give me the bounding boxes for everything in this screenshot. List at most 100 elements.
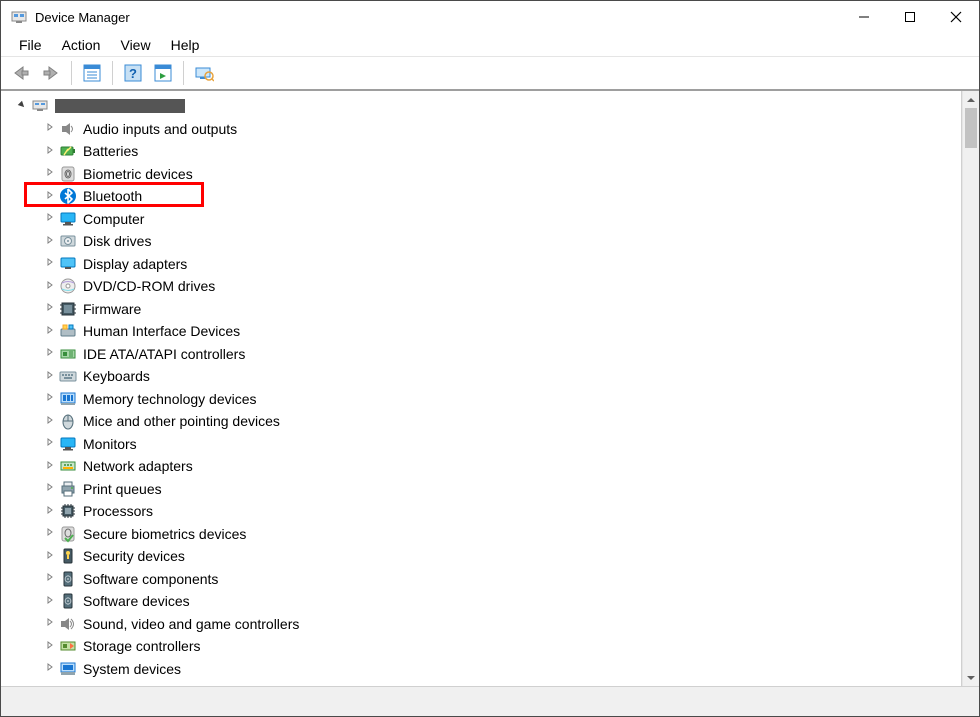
expand-icon[interactable]: [43, 482, 57, 495]
expand-icon[interactable]: [43, 572, 57, 585]
cpu-icon: [59, 502, 77, 520]
help-button[interactable]: ?: [119, 59, 147, 87]
tree-category-row[interactable]: Disk drives: [1, 230, 961, 253]
tree-category-row[interactable]: Software components: [1, 568, 961, 591]
speaker-icon: [59, 120, 77, 138]
toolbar: ?: [1, 57, 979, 91]
display-icon: [59, 255, 77, 273]
dvd-icon: [59, 277, 77, 295]
vertical-scrollbar[interactable]: [962, 91, 979, 686]
scroll-track[interactable]: [963, 108, 979, 669]
monitor-icon: [59, 435, 77, 453]
mouse-icon: [59, 412, 77, 430]
menu-view[interactable]: View: [110, 35, 160, 55]
tree-category-label: Bluetooth: [83, 188, 142, 204]
tree-category-row[interactable]: Network adapters: [1, 455, 961, 478]
expand-icon[interactable]: [43, 505, 57, 518]
tree-category-row[interactable]: Software devices: [1, 590, 961, 613]
tree-category-row[interactable]: Secure biometrics devices: [1, 523, 961, 546]
expand-icon[interactable]: [43, 212, 57, 225]
expand-icon[interactable]: [43, 662, 57, 675]
sound-icon: [59, 615, 77, 633]
expand-icon[interactable]: [43, 122, 57, 135]
expand-icon[interactable]: [43, 595, 57, 608]
tree-category-label: Processors: [83, 503, 153, 519]
tree-category-row[interactable]: Storage controllers: [1, 635, 961, 658]
software-icon: [59, 592, 77, 610]
maximize-button[interactable]: [887, 1, 933, 33]
tree-category-row[interactable]: System devices: [1, 658, 961, 681]
expand-icon[interactable]: [43, 460, 57, 473]
expand-icon[interactable]: [43, 617, 57, 630]
menu-file[interactable]: File: [9, 35, 52, 55]
scan-hardware-button[interactable]: [190, 59, 218, 87]
tree-category-label: Print queues: [83, 481, 162, 497]
close-button[interactable]: [933, 1, 979, 33]
expand-icon[interactable]: [43, 190, 57, 203]
expand-icon[interactable]: [43, 437, 57, 450]
menubar: File Action View Help: [1, 33, 979, 57]
firmware-icon: [59, 300, 77, 318]
tree-category-label: System devices: [83, 661, 181, 677]
tree-category-row[interactable]: Biometric devices: [1, 163, 961, 186]
tree-category-row[interactable]: Mice and other pointing devices: [1, 410, 961, 433]
tree-category-row[interactable]: IDE ATA/ATAPI controllers: [1, 343, 961, 366]
expand-icon[interactable]: [43, 347, 57, 360]
expand-icon[interactable]: [43, 145, 57, 158]
tree-category-label: Security devices: [83, 548, 185, 564]
expand-icon[interactable]: [43, 415, 57, 428]
tree-root-row[interactable]: [1, 95, 961, 118]
expand-icon[interactable]: [43, 527, 57, 540]
tree-category-row[interactable]: Keyboards: [1, 365, 961, 388]
menu-action[interactable]: Action: [52, 35, 111, 55]
tree-category-label: Sound, video and game controllers: [83, 616, 299, 632]
tree-category-label: IDE ATA/ATAPI controllers: [83, 346, 245, 362]
secure-bio-icon: [59, 525, 77, 543]
tree-category-row[interactable]: Audio inputs and outputs: [1, 118, 961, 141]
collapse-icon[interactable]: [15, 100, 29, 113]
fingerprint-icon: [59, 165, 77, 183]
expand-icon[interactable]: [43, 257, 57, 270]
tree-category-row[interactable]: Monitors: [1, 433, 961, 456]
expand-icon[interactable]: [43, 325, 57, 338]
menu-help[interactable]: Help: [161, 35, 210, 55]
tree-category-label: Display adapters: [83, 256, 187, 272]
forward-button[interactable]: [37, 59, 65, 87]
app-icon: [11, 9, 27, 25]
expand-icon[interactable]: [43, 640, 57, 653]
tree-category-row[interactable]: Bluetooth: [1, 185, 961, 208]
expand-icon[interactable]: [43, 392, 57, 405]
device-tree[interactable]: Audio inputs and outputsBatteriesBiometr…: [1, 91, 962, 686]
tree-category-label: Software devices: [83, 593, 190, 609]
monitor-icon: [59, 210, 77, 228]
tree-container: Audio inputs and outputsBatteriesBiometr…: [1, 91, 979, 686]
minimize-button[interactable]: [841, 1, 887, 33]
tree-category-row[interactable]: Sound, video and game controllers: [1, 613, 961, 636]
tree-category-row[interactable]: Display adapters: [1, 253, 961, 276]
expand-icon[interactable]: [43, 370, 57, 383]
tree-category-row[interactable]: DVD/CD-ROM drives: [1, 275, 961, 298]
window-title: Device Manager: [35, 10, 130, 25]
back-button[interactable]: [7, 59, 35, 87]
action-button[interactable]: [149, 59, 177, 87]
tree-category-label: Keyboards: [83, 368, 150, 384]
bluetooth-icon: [59, 187, 77, 205]
expand-icon[interactable]: [43, 550, 57, 563]
tree-category-row[interactable]: Firmware: [1, 298, 961, 321]
tree-category-row[interactable]: Memory technology devices: [1, 388, 961, 411]
tree-category-row[interactable]: Batteries: [1, 140, 961, 163]
tree-category-row[interactable]: Human Interface Devices: [1, 320, 961, 343]
tree-category-row[interactable]: Security devices: [1, 545, 961, 568]
tree-category-row[interactable]: Print queues: [1, 478, 961, 501]
scroll-up-arrow[interactable]: [963, 91, 979, 108]
show-hide-console-tree-button[interactable]: [78, 59, 106, 87]
expand-icon[interactable]: [43, 280, 57, 293]
scroll-down-arrow[interactable]: [963, 669, 979, 686]
tree-category-row[interactable]: Processors: [1, 500, 961, 523]
toolbar-separator: [71, 61, 72, 85]
expand-icon[interactable]: [43, 167, 57, 180]
tree-category-row[interactable]: Computer: [1, 208, 961, 231]
expand-icon[interactable]: [43, 235, 57, 248]
scroll-thumb[interactable]: [965, 108, 977, 148]
expand-icon[interactable]: [43, 302, 57, 315]
